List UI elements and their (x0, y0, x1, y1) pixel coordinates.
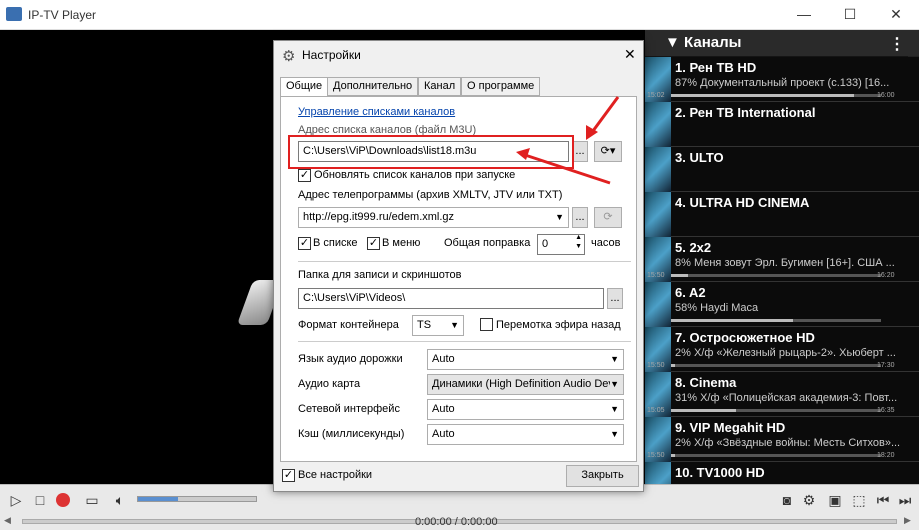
annotation-arrows (516, 96, 620, 185)
arrow-line (524, 153, 611, 185)
arrow-line (588, 96, 620, 136)
arrow-head (516, 148, 530, 160)
